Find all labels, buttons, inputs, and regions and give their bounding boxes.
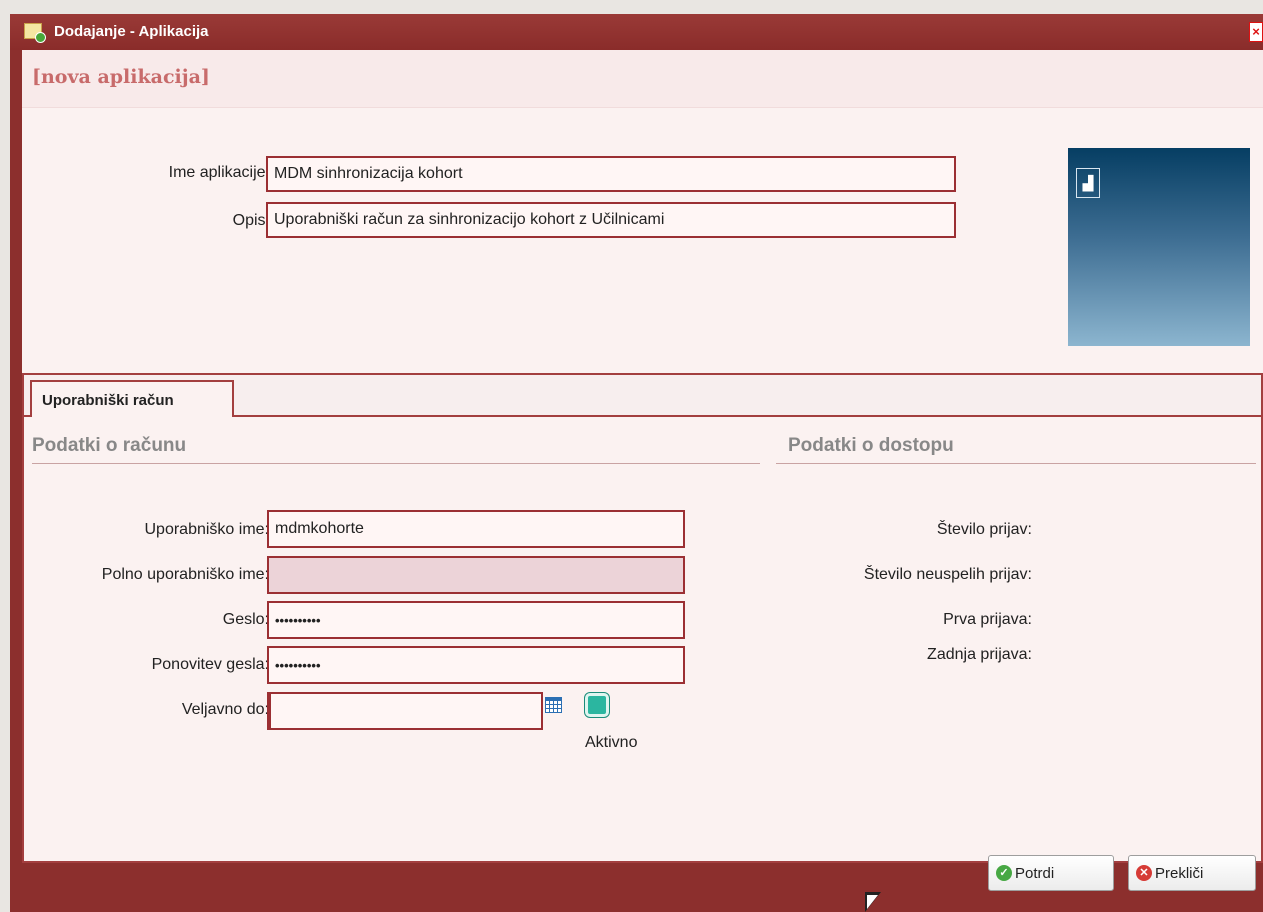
tab-user-account[interactable]: Uporabniški račun: [30, 380, 234, 417]
valid-until-input[interactable]: [267, 692, 543, 730]
check-icon: ✓: [996, 865, 1012, 881]
active-label: Aktivno: [585, 734, 638, 751]
app-add-icon: [24, 23, 46, 43]
password-repeat-input[interactable]: ••••••••••: [267, 646, 685, 684]
window-title: Dodajanje - Aplikacija: [54, 23, 209, 40]
dialog-content: [nova aplikacija] Ime aplikacije: MDM si…: [22, 50, 1263, 863]
cancel-icon: ✕: [1136, 865, 1152, 881]
dialog-window: Dodajanje - Aplikacija × [nova aplikacij…: [10, 14, 1263, 912]
full-username-input[interactable]: [267, 556, 685, 594]
page-title: [nova aplikacija]: [32, 66, 210, 88]
full-username-label: Polno uporabniško ime:: [101, 566, 269, 583]
tab-strip: Uporabniški račun: [24, 375, 1261, 417]
confirm-button[interactable]: ✓ Potrdi: [988, 855, 1114, 891]
description-input[interactable]: Uporabniški račun za sinhronizacijo koho…: [266, 202, 956, 238]
description-label: Opis:: [232, 212, 270, 229]
last-login-label: Zadnja prijava:: [927, 646, 1032, 663]
app-image[interactable]: ▟: [1068, 148, 1250, 346]
cancel-button[interactable]: ✕ Prekliči: [1128, 855, 1256, 891]
username-input[interactable]: mdmkohorte: [267, 510, 685, 548]
active-toggle[interactable]: [585, 693, 609, 717]
logins-count-label: Število prijav:: [936, 521, 1032, 538]
password-input[interactable]: ••••••••••: [267, 601, 685, 639]
password-repeat-label: Ponovitev gesla:: [151, 656, 269, 673]
access-section-divider: [776, 463, 1256, 464]
account-section-title: Podatki o računu: [32, 435, 187, 456]
confirm-button-label: Potrdi: [1015, 864, 1055, 882]
password-label: Geslo:: [222, 611, 269, 628]
calendar-icon[interactable]: [545, 697, 562, 713]
cancel-button-label: Prekliči: [1155, 864, 1204, 882]
failed-logins-label: Število neuspelih prijav:: [863, 566, 1032, 583]
mouse-cursor-icon: [865, 892, 881, 912]
app-name-input[interactable]: MDM sinhronizacija kohort: [266, 156, 956, 192]
first-login-label: Prva prijava:: [943, 611, 1032, 628]
title-bar[interactable]: Dodajanje - Aplikacija ×: [10, 14, 1263, 50]
access-section-title: Podatki o dostopu: [788, 435, 954, 456]
image-placeholder-icon[interactable]: ▟: [1076, 168, 1100, 198]
app-name-label: Ime aplikacije:: [168, 164, 270, 181]
close-icon[interactable]: ×: [1249, 22, 1263, 42]
account-section-divider: [32, 463, 760, 464]
valid-until-label: Veljavno do:: [181, 701, 269, 718]
header-band: [nova aplikacija]: [22, 50, 1263, 108]
username-label: Uporabniško ime:: [144, 521, 270, 538]
